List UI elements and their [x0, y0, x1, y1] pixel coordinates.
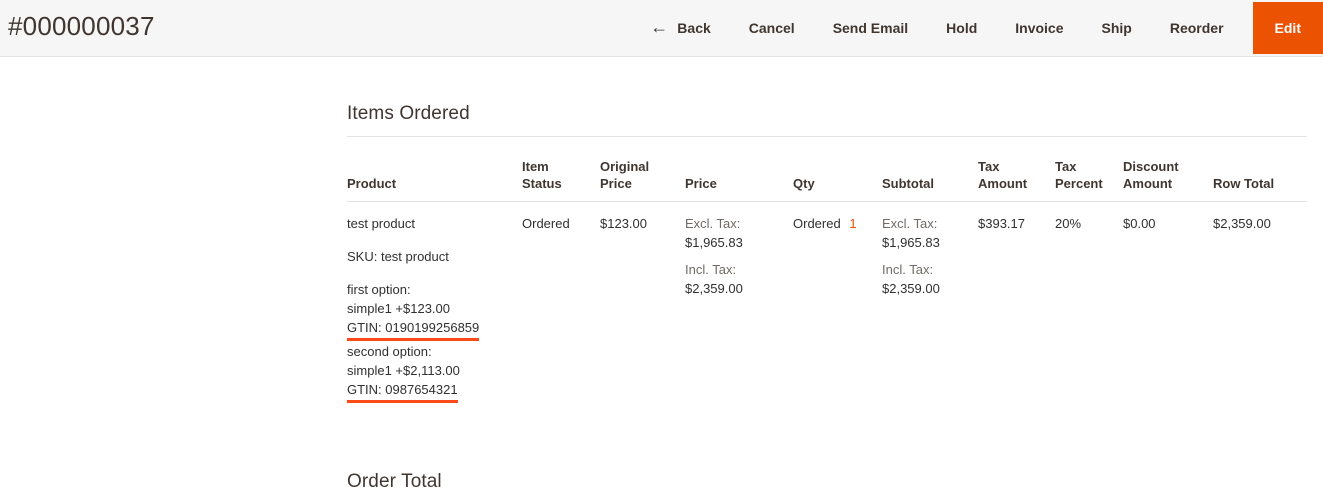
items-ordered-section: Items Ordered Product Item Status Origin… [347, 101, 1307, 416]
column-header-tax-percent: Tax Percent [1055, 158, 1123, 202]
order-total-heading: Order Total [347, 471, 442, 492]
option-gtin-wrapper: GTIN: 0190199256859 [347, 318, 514, 341]
column-header-price: Price [685, 158, 793, 202]
cell-discount-amount: $0.00 [1123, 216, 1156, 231]
cell-product: test product SKU: test product first opt… [347, 202, 522, 417]
option-value: simple1 +$123.00 [347, 301, 450, 316]
product-option-second: second option: simple1 +$2,113.00 GTIN: … [347, 342, 514, 403]
items-ordered-heading: Items Ordered [347, 103, 470, 124]
hold-button[interactable]: Hold [927, 0, 996, 56]
invoice-button[interactable]: Invoice [996, 0, 1082, 56]
cell-row-total: $2,359.00 [1213, 216, 1271, 231]
option-gtin: GTIN: 0987654321 [347, 380, 458, 403]
invoice-button-label: Invoice [1015, 20, 1064, 36]
page-title: #000000037 [8, 11, 155, 41]
price-excl-tax-label: Excl. Tax: [685, 216, 741, 231]
option-gtin: GTIN: 0190199256859 [347, 318, 480, 341]
subtotal-incl-tax-value: $2,359.00 [882, 281, 940, 296]
cell-subtotal: Excl. Tax: $1,965.83 Incl. Tax: $2,359.0… [882, 202, 978, 417]
price-incl-tax-label: Incl. Tax: [685, 262, 737, 277]
option-label: first option: [347, 282, 411, 297]
cell-tax-amount: $393.17 [978, 216, 1025, 231]
cell-price: Excl. Tax: $1,965.83 Incl. Tax: $2,359.0… [685, 202, 793, 417]
column-header-original-price: Original Price [600, 158, 685, 202]
cell-item-status: Ordered [522, 216, 570, 231]
back-button-label: Back [677, 20, 711, 36]
ship-button-label: Ship [1101, 20, 1132, 36]
column-header-row-total: Row Total [1213, 158, 1307, 202]
column-header-product: Product [347, 158, 522, 202]
column-header-subtotal: Subtotal [882, 158, 978, 202]
column-header-item-status: Item Status [522, 158, 600, 202]
cancel-button-label: Cancel [748, 20, 795, 36]
product-option-first: first option: simple1 +$123.00 GTIN: 019… [347, 280, 514, 341]
cell-qty: Ordered 1 [793, 202, 882, 417]
option-label: second option: [347, 344, 432, 359]
price-excl-tax-value: $1,965.83 [685, 235, 743, 250]
product-name: test product [347, 216, 415, 231]
option-gtin-wrapper: GTIN: 0987654321 [347, 380, 514, 403]
qty-ordered-label: Ordered [793, 216, 841, 231]
column-header-discount-amount: Discount Amount [1123, 158, 1213, 202]
header-actions-toolbar: ← Back Cancel Send Email Hold Invoice Sh… [631, 0, 1323, 56]
column-header-qty: Qty [793, 158, 882, 202]
send-email-button[interactable]: Send Email [814, 0, 927, 56]
edit-button[interactable]: Edit [1252, 2, 1323, 54]
send-email-button-label: Send Email [832, 20, 909, 36]
arrow-left-icon: ← [650, 17, 669, 37]
subtotal-excl-tax-label: Excl. Tax: [882, 216, 938, 231]
page-header: #000000037 ← Back Cancel Send Email Hold… [0, 0, 1323, 57]
subtotal-excl-tax-value: $1,965.83 [882, 235, 940, 250]
cell-tax-percent: 20% [1055, 216, 1082, 231]
price-incl-tax-value: $2,359.00 [685, 281, 743, 296]
qty-ordered-row: Ordered 1 [793, 216, 857, 231]
column-header-tax-amount: Tax Amount [978, 158, 1055, 202]
reorder-button-label: Reorder [1169, 20, 1224, 36]
cell-original-price: $123.00 [600, 216, 647, 231]
edit-button-label: Edit [1274, 20, 1301, 36]
product-sku: SKU: test product [347, 249, 449, 264]
items-ordered-table: Product Item Status Original Price Price… [347, 158, 1307, 416]
subtotal-incl-tax-label: Incl. Tax: [882, 262, 934, 277]
back-button[interactable]: ← Back [631, 0, 729, 56]
cancel-button[interactable]: Cancel [730, 0, 814, 56]
hold-button-label: Hold [946, 20, 978, 36]
table-header-row: Product Item Status Original Price Price… [347, 158, 1307, 202]
items-ordered-divider [347, 136, 1307, 137]
qty-ordered-value: 1 [849, 216, 857, 231]
order-total-section: Order Total [347, 469, 1307, 504]
reorder-button[interactable]: Reorder [1151, 0, 1243, 56]
table-row: test product SKU: test product first opt… [347, 202, 1307, 417]
ship-button[interactable]: Ship [1083, 0, 1151, 56]
option-value: simple1 +$2,113.00 [347, 363, 460, 378]
